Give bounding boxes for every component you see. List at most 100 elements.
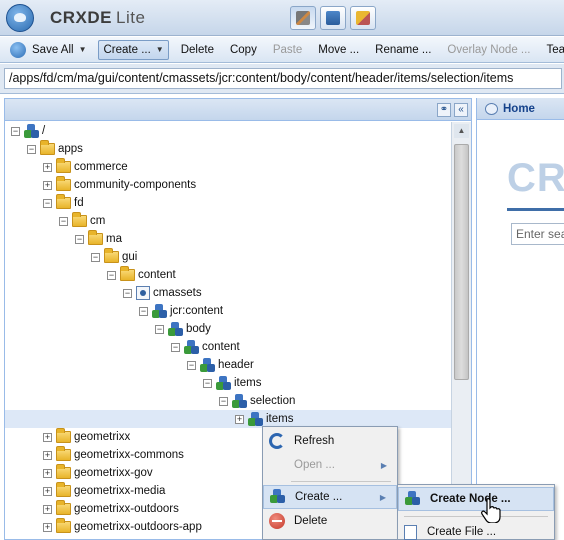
tree-node-label: geometrixx-gov: [74, 467, 153, 479]
app-title: CRXDE Lite: [50, 8, 146, 27]
tree-node-row[interactable]: + community-components: [5, 176, 451, 194]
tree-node-row[interactable]: − /: [5, 122, 451, 140]
folder-icon: [40, 140, 55, 155]
collapse-toggle-icon[interactable]: −: [107, 270, 116, 280]
file-icon: [404, 524, 417, 540]
scroll-thumb[interactable]: [454, 144, 469, 380]
expand-toggle-icon[interactable]: +: [43, 450, 52, 460]
expand-toggle-icon[interactable]: +: [43, 180, 52, 190]
tree-node-row[interactable]: − body: [5, 320, 451, 338]
delete-button[interactable]: Delete: [177, 40, 218, 60]
overlay-node-button[interactable]: Overlay Node ...: [443, 40, 534, 60]
ctx-refresh-item[interactable]: Refresh: [263, 429, 397, 453]
move-button[interactable]: Move ...: [314, 40, 363, 60]
package-icon: [326, 11, 340, 25]
page-icon: [136, 286, 150, 300]
expand-toggle-icon[interactable]: +: [235, 414, 244, 424]
path-input[interactable]: /apps/fd/cm/ma/gui/content/cmassets/jcr:…: [4, 68, 562, 89]
editor-panel: Home CR Enter sea: [476, 98, 564, 540]
folder-icon: [56, 500, 71, 515]
context-menu: Refresh Open ... ▶ Create ... ▶ Delete: [262, 426, 398, 540]
ctx-open-label: Open ...: [294, 459, 335, 471]
tree-node-label: cmassets: [153, 287, 202, 299]
collapse-toggle-icon[interactable]: −: [91, 252, 100, 262]
tree-node-row[interactable]: − ma: [5, 230, 451, 248]
tree-node-row[interactable]: − apps: [5, 140, 451, 158]
folder-icon: [56, 428, 71, 443]
perspective-switcher: [290, 6, 376, 30]
tree-scrollbar[interactable]: ▲: [451, 122, 471, 540]
tree-node-row[interactable]: − selection: [5, 392, 451, 410]
copy-button[interactable]: Copy: [226, 40, 261, 60]
ctx-open-item[interactable]: Open ... ▶: [263, 453, 397, 477]
menu-divider: [291, 481, 391, 482]
node-icon: [216, 376, 231, 390]
collapse-toggle-icon[interactable]: −: [139, 306, 148, 316]
create-file-item[interactable]: Create File ...: [398, 520, 554, 540]
app-header: CRXDE Lite: [0, 0, 564, 36]
package-perspective-button[interactable]: [320, 6, 346, 30]
expand-toggle-icon[interactable]: +: [43, 432, 52, 442]
binoculars-icon[interactable]: ⚭: [437, 103, 451, 117]
paste-button[interactable]: Paste: [269, 40, 306, 60]
logo-underline: [507, 208, 564, 211]
node-icon: [184, 340, 199, 354]
create-submenu: Create Node ... Create File ...: [397, 484, 555, 540]
expand-toggle-icon[interactable]: +: [43, 486, 52, 496]
tree-node-row[interactable]: + commerce: [5, 158, 451, 176]
tree-node-row[interactable]: − gui: [5, 248, 451, 266]
collapse-toggle-icon[interactable]: −: [187, 360, 196, 370]
refresh-icon: [269, 433, 285, 449]
folder-tools-perspective-button[interactable]: [350, 6, 376, 30]
search-input[interactable]: Enter sea: [511, 223, 564, 245]
create-button[interactable]: Create ... ▼: [98, 39, 169, 60]
collapse-toggle-icon[interactable]: −: [43, 198, 52, 208]
collapse-toggle-icon[interactable]: −: [203, 378, 212, 388]
tree-node-label: cm: [90, 215, 106, 227]
tools-perspective-button[interactable]: [290, 6, 316, 30]
collapse-toggle-icon[interactable]: −: [219, 396, 228, 406]
team-button[interactable]: Team: [543, 40, 564, 60]
tab-home[interactable]: Home: [477, 98, 564, 120]
tree-node-row[interactable]: − jcr:content: [5, 302, 451, 320]
create-node-item[interactable]: Create Node ...: [398, 487, 554, 511]
folder-icon: [120, 266, 135, 281]
save-all-button[interactable]: Save All ▼: [6, 40, 90, 60]
tree-node-label: geometrixx-outdoors: [74, 503, 179, 515]
tree-node-row[interactable]: − content: [5, 338, 451, 356]
tree-node-label: fd: [74, 197, 84, 209]
collapse-toggle-icon[interactable]: −: [171, 342, 180, 352]
tree-node-label: gui: [122, 251, 138, 263]
expand-toggle-icon[interactable]: +: [43, 504, 52, 514]
tree-node-row[interactable]: − content: [5, 266, 451, 284]
tree-node-label: apps: [58, 143, 83, 155]
expand-toggle-icon[interactable]: +: [43, 522, 52, 532]
collapse-panel-icon[interactable]: «: [454, 103, 468, 117]
tree-node-row[interactable]: − fd: [5, 194, 451, 212]
tree-node-label: geometrixx-commons: [74, 449, 184, 461]
node-icon: [405, 491, 421, 507]
ctx-create-item[interactable]: Create ... ▶: [263, 485, 397, 509]
folder-tools-icon: [356, 11, 370, 25]
tree-node-row[interactable]: − cm: [5, 212, 451, 230]
ctx-delete-label: Delete: [294, 515, 328, 527]
collapse-toggle-icon[interactable]: −: [59, 216, 68, 226]
folder-icon: [56, 176, 71, 191]
expand-toggle-icon[interactable]: +: [43, 162, 52, 172]
tree-node-row[interactable]: − cmassets: [5, 284, 451, 302]
repository-tree-panel: ⚭ « − / − apps + commerce + community-component…: [4, 98, 472, 540]
tree-node-label: jcr:content: [170, 305, 224, 317]
tree-node-row[interactable]: − header: [5, 356, 451, 374]
collapse-toggle-icon[interactable]: −: [155, 324, 164, 334]
expand-toggle-icon[interactable]: +: [43, 468, 52, 478]
scroll-up-arrow-icon[interactable]: ▲: [454, 124, 469, 138]
collapse-toggle-icon[interactable]: −: [75, 234, 84, 244]
collapse-toggle-icon[interactable]: −: [123, 288, 132, 298]
rename-button[interactable]: Rename ...: [371, 40, 435, 60]
tree-node-row[interactable]: − items: [5, 374, 451, 392]
menu-divider: [404, 516, 548, 517]
node-icon: [232, 394, 247, 408]
collapse-toggle-icon[interactable]: −: [11, 126, 20, 136]
ctx-delete-item[interactable]: Delete: [263, 509, 397, 533]
collapse-toggle-icon[interactable]: −: [27, 144, 36, 154]
